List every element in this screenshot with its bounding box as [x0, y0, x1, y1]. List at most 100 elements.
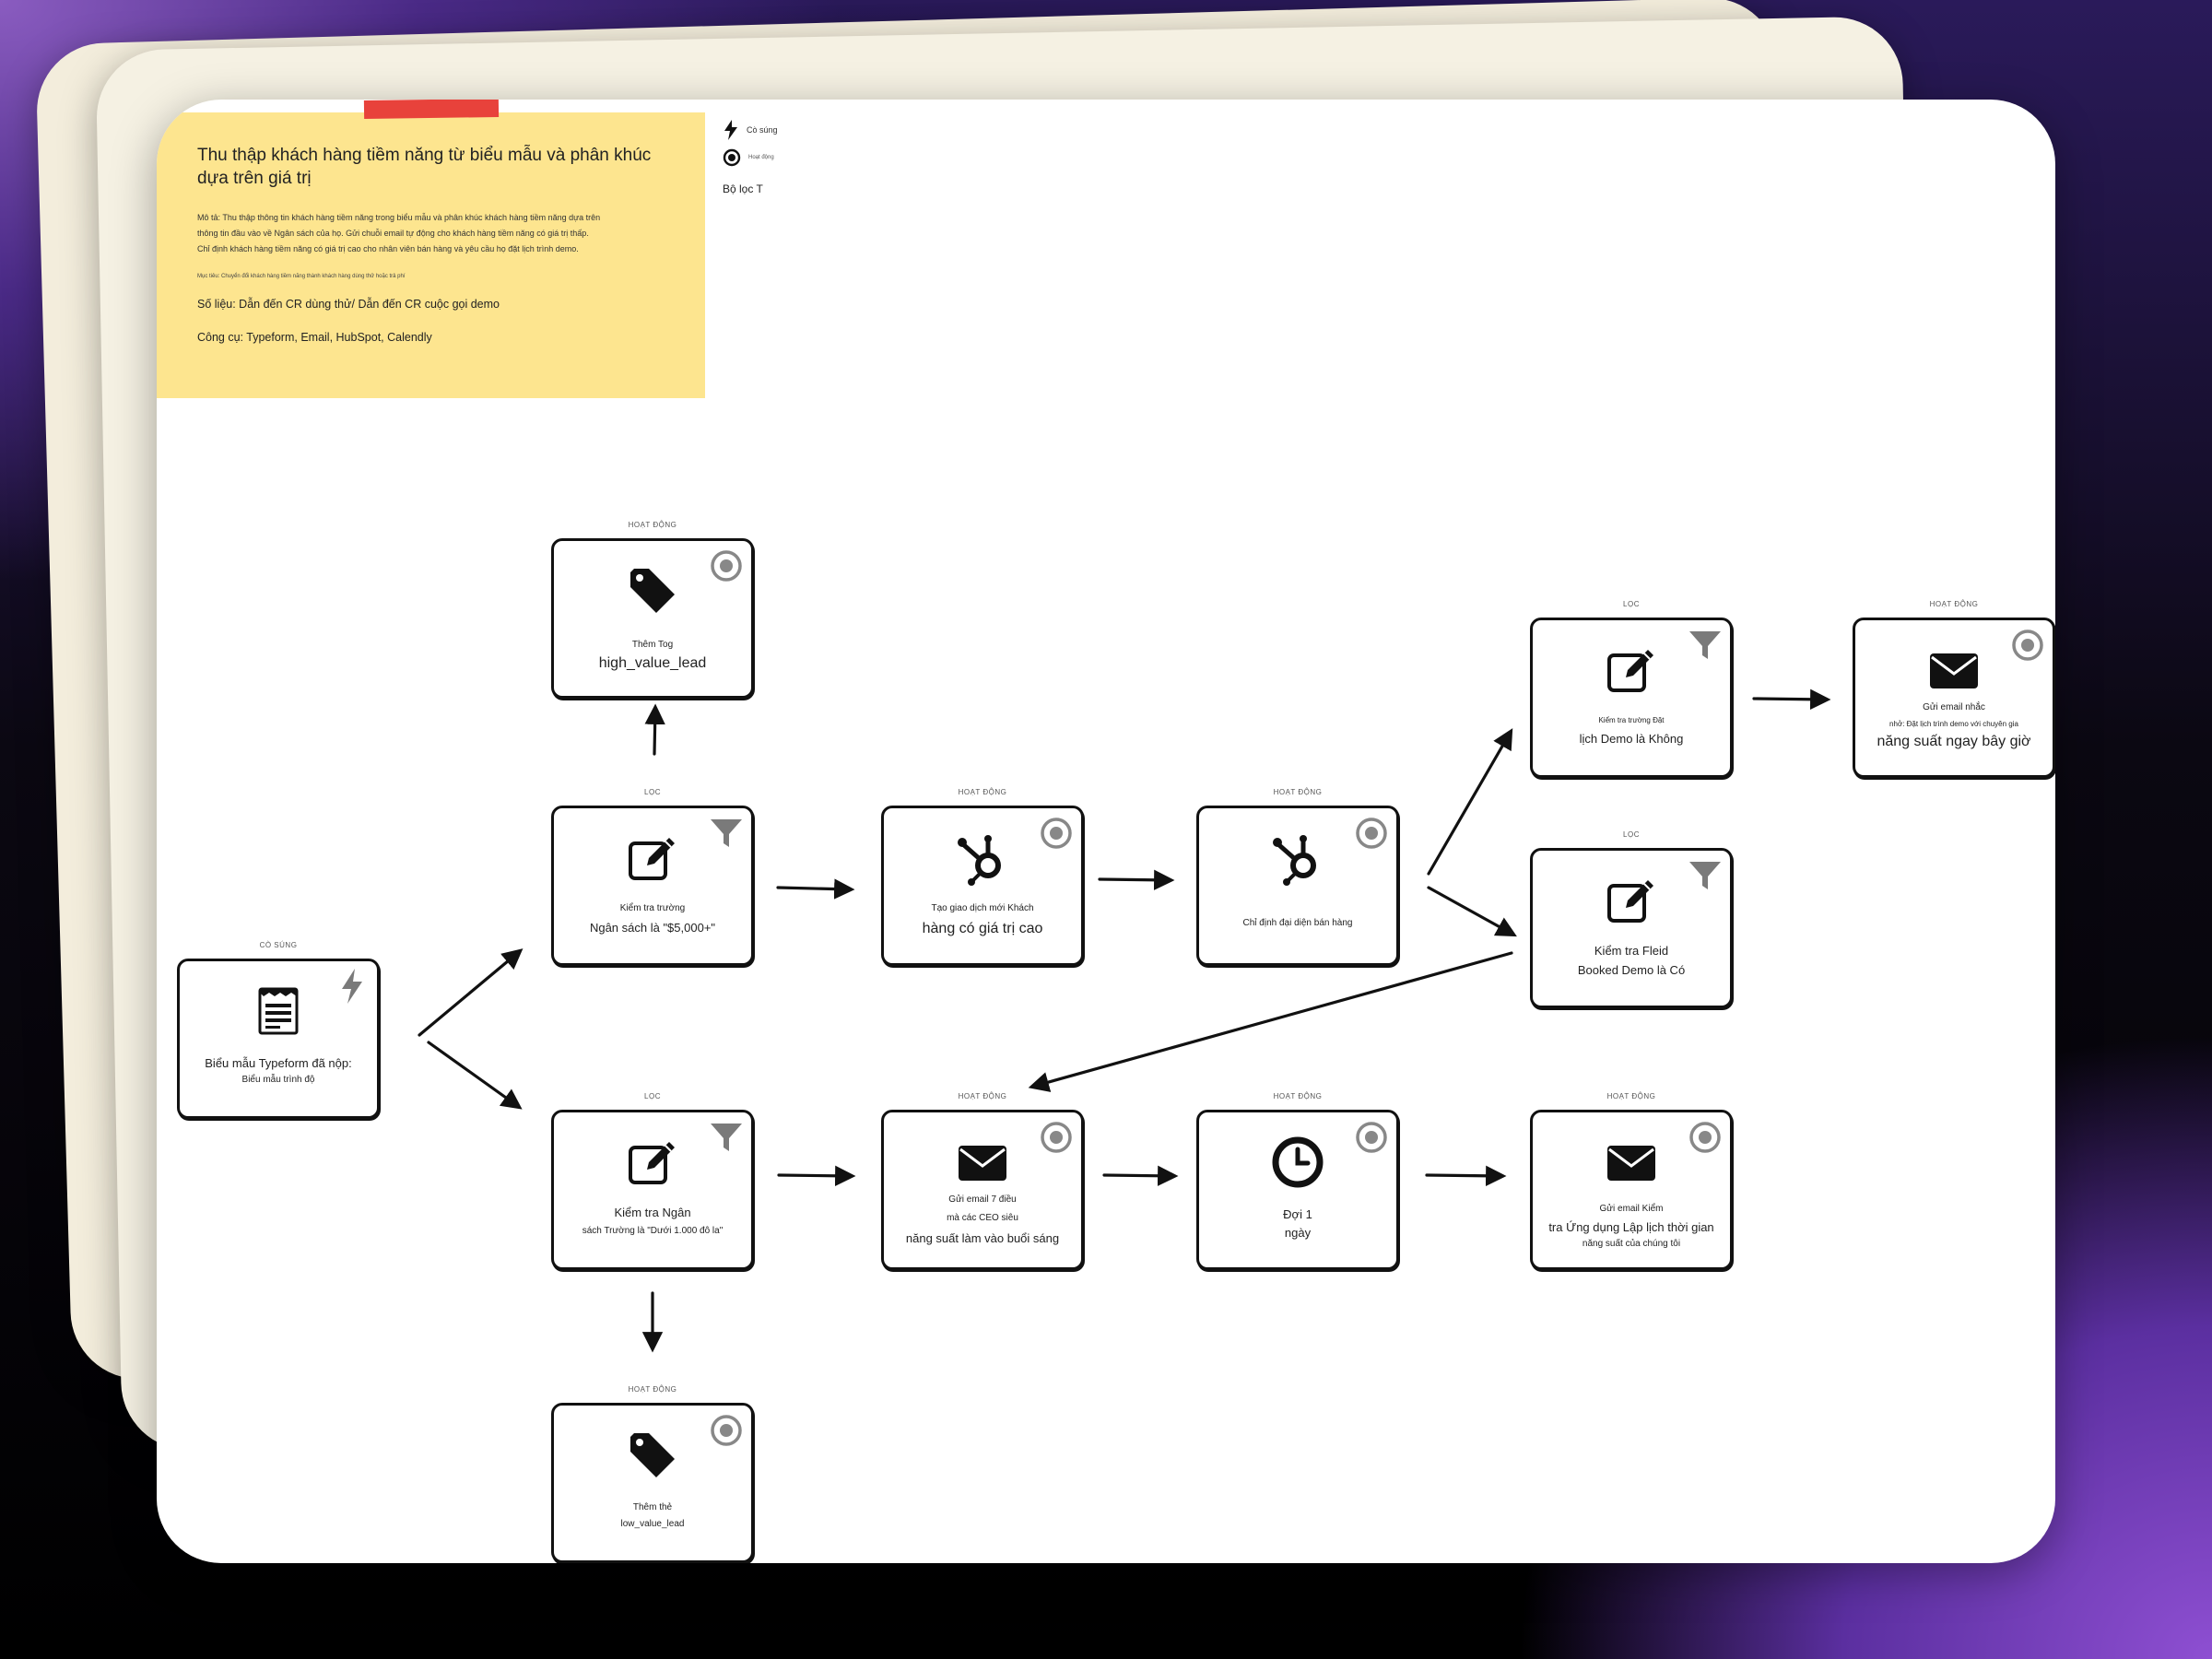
node-label-line1: Kiểm tra trường Đặt: [1598, 716, 1665, 724]
node-create-deal[interactable]: HOẠT ĐỘNG Tạo giao dịch mới Khách hàng c…: [881, 788, 1084, 966]
node-label-line1: Gửi email Kiểm: [1599, 1204, 1664, 1214]
note-description: Mô tả: Thu thập thông tin khách hàng tiề…: [197, 213, 601, 253]
filter-icon: [1689, 862, 1721, 889]
node-type-label: HOẠT ĐỘNG: [958, 788, 1007, 796]
note-metrics: Số liệu: Dẫn đến CR dùng thử/ Dẫn đến CR…: [197, 298, 500, 311]
edit-icon: [1607, 880, 1653, 923]
node-type-label: LỌC: [1623, 600, 1640, 608]
node-assign-rep[interactable]: HOẠT ĐỘNG Chỉ định đại diện bán hàng: [1196, 788, 1399, 966]
red-tape: [363, 100, 500, 120]
target-icon: [1356, 818, 1387, 849]
node-send-reminder-email[interactable]: HOẠT ĐỘNG Gửi email nhắc nhở: Đặt lịch t…: [1853, 600, 2055, 778]
node-type-label: HOẠT ĐỘNG: [958, 1092, 1007, 1100]
node-label-line3: năng suất làm vào buổi sáng: [905, 1231, 1060, 1245]
arrow-filter-low-to-email-seven: [777, 1165, 856, 1186]
node-send-email-seven-things[interactable]: HOẠT ĐỘNG Gửi email 7 điều mà các CEO si…: [881, 1092, 1084, 1270]
note-tools: Công cụ: Typeform, Email, HubSpot, Calen…: [197, 331, 432, 344]
hubspot-icon: [958, 835, 1001, 886]
node-filter-demo-booked[interactable]: LỌC Kiểm tra Fleid Booked Demo là Có: [1530, 830, 1733, 1008]
node-label-line2: tra Ứng dụng Lập lịch thời gian: [1548, 1220, 1714, 1234]
node-label-line2: hàng có giá trị cao: [922, 921, 1043, 936]
legend-action: Hoạt động: [723, 144, 778, 171]
node-label-line2: Ngân sách là "$5,000+": [589, 921, 716, 935]
legend-action-label: Hoạt động: [748, 155, 774, 160]
target-icon: [1041, 818, 1072, 849]
target-icon: [1356, 1122, 1387, 1153]
node-type-label: HOẠT ĐỘNG: [628, 1385, 677, 1394]
arrow-create-deal-to-assign-rep: [1098, 869, 1175, 890]
edit-icon: [1607, 650, 1653, 692]
node-label-line1: Đợi 1: [1283, 1207, 1312, 1221]
edit-icon: [629, 1142, 675, 1184]
node-label-line1: Thêm Tog: [631, 640, 674, 650]
arrow-filter-demo-no-to-reminder: [1752, 688, 1831, 710]
node-type-label: HOẠT ĐỘNG: [1273, 1092, 1323, 1100]
node-filter-high-budget[interactable]: LỌC Kiểm tra trường Ngân sách là "$5,000…: [551, 788, 754, 966]
legend-trigger: Cò súng: [723, 116, 778, 144]
mail-icon: [1930, 653, 1978, 688]
arrow-filter-demo-yes-to-email-seven: [1028, 951, 1513, 1092]
node-type-label: HOẠT ĐỘNG: [1273, 788, 1323, 796]
tag-icon: [630, 1433, 675, 1477]
node-label-line2: high_value_lead: [598, 655, 707, 671]
arrow-trigger-to-filter-high: [418, 948, 524, 1037]
node-label-line1: Biểu mẫu Typeform đã nộp:: [205, 1056, 352, 1070]
node-type-label: HOẠT ĐỘNG: [628, 521, 677, 529]
node-label-line1: Kiểm tra trường: [619, 903, 686, 913]
mail-icon: [959, 1146, 1006, 1181]
node-label-line2: nhở: Đặt lịch trình demo với chuyên gia: [1889, 720, 2018, 728]
node-wait-one-day[interactable]: HOẠT ĐỘNG Đợi 1 ngày: [1196, 1092, 1399, 1270]
arrow-wait-to-email-app: [1425, 1165, 1507, 1186]
node-label-line2: mà các CEO siêu: [947, 1213, 1018, 1223]
arrow-filter-high-to-create-deal: [776, 878, 855, 900]
edit-icon: [629, 838, 675, 880]
node-filter-low-budget[interactable]: LỌC Kiểm tra Ngân sách Trường là "Dưới 1…: [551, 1092, 754, 1270]
node-type-label: CÒ SÚNG: [259, 941, 298, 949]
arrow-assign-rep-to-filter-demo-yes: [1427, 886, 1517, 937]
node-label-line1: Kiểm tra Ngân: [614, 1206, 691, 1219]
node-label-line1: Tạo giao dịch mới Khách: [931, 903, 1034, 913]
node-add-tag-high-value[interactable]: HOẠT ĐỘNG Thêm Tog high_value_lead: [551, 521, 754, 699]
node-label-line3: năng suất của chúng tôi: [1582, 1239, 1681, 1249]
form-icon: [258, 987, 299, 1035]
node-type-label: LỌC: [644, 788, 661, 796]
target-icon: [1041, 1122, 1072, 1153]
node-type-label: HOẠT ĐỘNG: [1929, 600, 1979, 608]
legend-trigger-label: Cò súng: [747, 125, 778, 135]
target-icon: [723, 148, 741, 167]
node-label-line1: Thêm thẻ: [632, 1502, 673, 1512]
legend: Cò súng Hoạt động Bộ lọc T: [723, 116, 778, 195]
target-icon: [711, 550, 742, 582]
clock-icon: [1272, 1136, 1324, 1188]
node-send-email-scheduling-app[interactable]: HOẠT ĐỘNG Gửi email Kiểm tra Ứng dụng Lậ…: [1530, 1092, 1733, 1270]
node-trigger-typeform[interactable]: CÒ SÚNG Biểu mẫu Typeform đã nộp: Biểu m…: [177, 941, 380, 1119]
node-label-line2: ngày: [1284, 1226, 1312, 1240]
legend-filter-label: Bộ lọc T: [723, 182, 763, 195]
sticky-note: Thu thập khách hàng tiềm năng từ biểu mẫ…: [157, 112, 705, 398]
node-label-line2: lịch Demo là Không: [1579, 732, 1684, 746]
arrow-assign-rep-to-filter-demo-no: [1427, 728, 1513, 876]
node-label-line2: Biểu mẫu trình độ: [241, 1075, 315, 1085]
tag-icon: [630, 569, 675, 613]
workflow-board: Thu thập khách hàng tiềm năng từ biểu mẫ…: [157, 100, 2055, 1563]
bolt-icon: [724, 120, 737, 140]
arrow-trigger-to-filter-low: [427, 1041, 523, 1110]
node-label-line2: Booked Demo là Có: [1577, 963, 1686, 977]
bolt-icon: [342, 969, 362, 1004]
node-filter-demo-not-booked[interactable]: LỌC Kiểm tra trường Đặt lịch Demo là Khô…: [1530, 600, 1733, 778]
node-label-line2: sách Trường là "Dưới 1.000 đô la": [582, 1226, 724, 1236]
node-label-line1: Chỉ định đại diện bán hàng: [1242, 918, 1353, 928]
arrow-filter-high-to-tag-high: [644, 703, 665, 756]
note-goal: Mục tiêu: Chuyển đổi khách hàng tiềm năn…: [197, 274, 406, 279]
mail-icon: [1607, 1146, 1655, 1181]
node-add-tag-low-value[interactable]: HOẠT ĐỘNG Thêm thẻ low_value_lead: [551, 1385, 754, 1563]
note-title: Thu thập khách hàng tiềm năng từ biểu mẫ…: [197, 146, 652, 188]
target-icon: [2012, 629, 2043, 661]
node-type-label: LỌC: [1623, 830, 1640, 839]
node-type-label: HOẠT ĐỘNG: [1606, 1092, 1656, 1100]
filter-icon: [711, 819, 742, 847]
node-label-line3: năng suất ngay bây giờ: [1877, 734, 2031, 749]
node-label-line1: Kiểm tra Fleid: [1594, 944, 1669, 958]
hubspot-icon: [1273, 835, 1316, 886]
target-icon: [1689, 1122, 1721, 1153]
